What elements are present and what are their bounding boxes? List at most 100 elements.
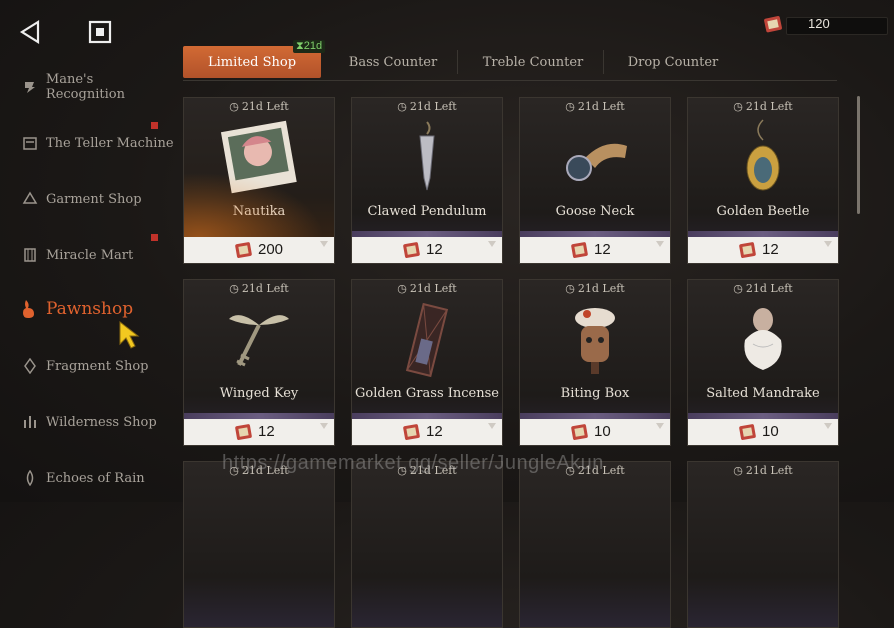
stop-square-icon xyxy=(88,20,112,44)
shop-tabs: Limited Shop ⧗21d Bass Counter Treble Co… xyxy=(183,40,837,81)
item-price: 10 xyxy=(688,419,838,445)
sidebar-item-label: Echoes of Rain xyxy=(46,470,145,486)
tab-label: Treble Counter xyxy=(482,54,584,70)
corner-triangle-icon xyxy=(320,423,328,429)
corner-triangle-icon xyxy=(656,241,664,247)
item-card-biting-box[interactable]: ◷ 21d Left Biting Box 10 xyxy=(519,279,671,446)
item-card-goose-neck[interactable]: ◷ 21d Left Goose Neck 12 xyxy=(519,97,671,264)
timer-text: 21d Left xyxy=(241,282,289,295)
watermark: https://gamemarket.gg/seller/JungleAkun xyxy=(222,452,604,474)
mane-icon xyxy=(20,77,40,97)
timer: ◷ 21d Left xyxy=(520,100,670,113)
item-price: 10 xyxy=(520,419,670,445)
incense-icon xyxy=(377,300,477,380)
corner-triangle-icon xyxy=(488,423,496,429)
item-price: 12 xyxy=(688,237,838,263)
pendulum-icon xyxy=(377,118,477,198)
item-card-winged-key[interactable]: ◷ 21d Left Winged Key 12 xyxy=(183,279,335,446)
sidebar-item-fragment-shop[interactable]: Fragment Shop xyxy=(20,351,148,381)
clock-icon: ◷ xyxy=(733,464,743,477)
timer: ◷ 21d Left xyxy=(688,100,838,113)
item-name: Goose Neck xyxy=(555,204,635,219)
sidebar-item-garment-shop[interactable]: Garment Shop xyxy=(20,184,142,214)
price-value: 12 xyxy=(258,423,275,440)
clock-icon: ◷ xyxy=(229,282,239,295)
notification-dot xyxy=(151,122,158,129)
tab-badge-text: 21d xyxy=(303,40,323,52)
tab-treble-counter[interactable]: Treble Counter xyxy=(473,46,593,78)
item-card-nautika[interactable]: ◷ 21d Left Nautika 200 xyxy=(183,97,335,264)
home-button[interactable] xyxy=(86,18,114,46)
item-name: Nautika xyxy=(232,204,286,219)
wilderness-icon xyxy=(20,412,40,432)
item-card[interactable]: ◷ 21d Left xyxy=(687,461,839,628)
timer: ◷ 21d Left xyxy=(688,282,838,295)
pointer-cursor-icon xyxy=(119,320,140,349)
corner-triangle-icon xyxy=(488,241,496,247)
item-card[interactable]: ◷ 21d Left xyxy=(183,461,335,628)
item-card-golden-grass-incense[interactable]: ◷ 21d Left Golden Grass Incense 12 xyxy=(351,279,503,446)
sidebar-item-teller-machine[interactable]: The Teller Machine xyxy=(20,128,174,158)
clock-icon: ◷ xyxy=(733,282,743,295)
beetle-icon xyxy=(713,118,813,198)
corner-triangle-icon xyxy=(656,423,664,429)
item-price: 12 xyxy=(352,419,502,445)
ticket-icon xyxy=(739,424,756,440)
ticket-icon xyxy=(403,242,420,258)
item-card-golden-beetle[interactable]: ◷ 21d Left Golden Beetle 12 xyxy=(687,97,839,264)
timer-text: 21d Left xyxy=(577,282,625,295)
item-grid: ◷ 21d Left Nautika 200 ◷ 21d Left Clawed P… xyxy=(183,97,843,628)
clock-icon: ◷ xyxy=(397,282,407,295)
item-card[interactable]: ◷ 21d Left xyxy=(519,461,671,628)
sidebar-item-pawnshop[interactable]: Pawnshop xyxy=(20,294,133,324)
item-name: Clawed Pendulum xyxy=(367,204,487,219)
clock-icon: ◷ xyxy=(229,100,239,113)
goose-neck-icon xyxy=(545,118,645,198)
sidebar-item-manes-recognition[interactable]: Mane's Recognition xyxy=(20,72,176,102)
currency-display[interactable]: 120 xyxy=(762,12,892,38)
sidebar-item-label: Wilderness Shop xyxy=(46,414,157,430)
clock-icon: ◷ xyxy=(565,100,575,113)
price-value: 12 xyxy=(426,423,443,440)
ticket-icon xyxy=(571,424,588,440)
sidebar-item-wilderness-shop[interactable]: Wilderness Shop xyxy=(20,407,157,437)
ticket-icon xyxy=(403,424,420,440)
tab-badge: ⧗21d xyxy=(293,40,326,53)
clock-icon: ◷ xyxy=(733,100,743,113)
price-value: 12 xyxy=(762,241,779,258)
back-button[interactable] xyxy=(16,18,44,46)
item-card-salted-mandrake[interactable]: ◷ 21d Left Salted Mandrake 10 xyxy=(687,279,839,446)
price-value: 10 xyxy=(762,423,779,440)
item-card[interactable]: ◷ 21d Left xyxy=(351,461,503,628)
price-value: 200 xyxy=(258,241,284,258)
tab-drop-counter[interactable]: Drop Counter xyxy=(613,46,733,78)
sidebar-item-echoes-of-rain[interactable]: Echoes of Rain xyxy=(20,463,145,493)
tab-divider xyxy=(603,50,604,74)
item-name: Golden Grass Incense xyxy=(355,386,499,401)
pawnshop-icon xyxy=(20,299,40,319)
corner-triangle-icon xyxy=(824,241,832,247)
timer: ◷ 21d Left xyxy=(184,100,334,113)
item-card-clawed-pendulum[interactable]: ◷ 21d Left Clawed Pendulum 12 xyxy=(351,97,503,264)
ticket-icon xyxy=(739,242,756,258)
item-name: Winged Key xyxy=(219,386,299,401)
tab-limited-shop[interactable]: Limited Shop ⧗21d xyxy=(183,40,326,78)
grid-scrollbar[interactable] xyxy=(857,96,860,214)
sidebar-item-label: Fragment Shop xyxy=(46,358,149,374)
price-value: 12 xyxy=(594,241,611,258)
ticket-icon xyxy=(235,424,252,440)
timer-text: 21d Left xyxy=(409,100,457,113)
sidebar-item-miracle-mart[interactable]: Miracle Mart xyxy=(20,240,133,270)
tab-label: Bass Counter xyxy=(348,54,438,70)
timer: ◷ 21d Left xyxy=(688,464,838,477)
teller-icon xyxy=(20,133,40,153)
price-value: 10 xyxy=(594,423,611,440)
winged-key-icon xyxy=(209,300,309,380)
item-price: 12 xyxy=(520,237,670,263)
timer: ◷ 21d Left xyxy=(520,282,670,295)
sidebar-item-label: Miracle Mart xyxy=(46,247,134,263)
back-triangle-icon xyxy=(19,20,40,44)
corner-triangle-icon xyxy=(824,423,832,429)
nautika-photo-icon xyxy=(209,118,309,198)
tab-bass-counter[interactable]: Bass Counter xyxy=(333,46,453,78)
